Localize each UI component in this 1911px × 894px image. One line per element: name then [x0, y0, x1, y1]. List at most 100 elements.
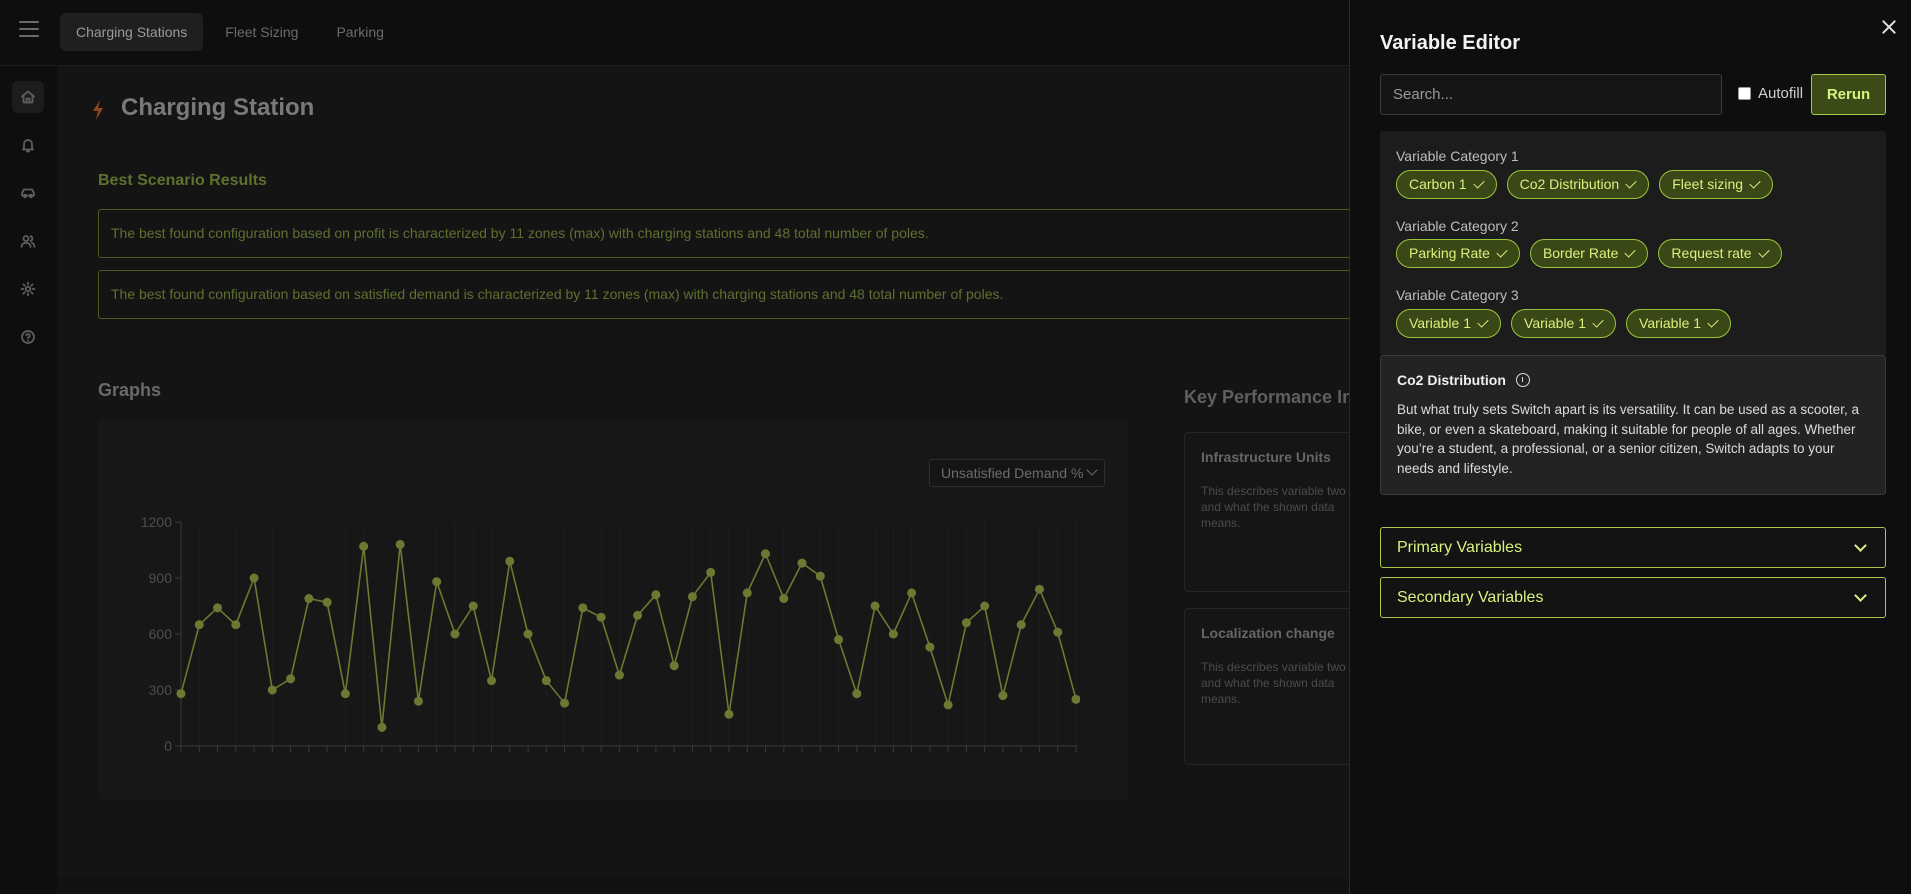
data-point [596, 612, 606, 622]
chip-parking-rate[interactable]: Parking Rate [1396, 239, 1520, 268]
help-icon [21, 330, 35, 344]
check-icon [1472, 177, 1485, 189]
lightning-bolt-icon [93, 100, 103, 120]
data-point [888, 629, 898, 639]
sidebar-item-settings[interactable] [12, 273, 44, 305]
data-point [943, 700, 953, 710]
y-tick-label: 300 [149, 682, 173, 698]
y-tick-label: 600 [149, 626, 173, 642]
kpi-card-desc: This describes variable two and what the… [1201, 484, 1346, 530]
autofill-checkbox[interactable] [1738, 87, 1751, 100]
sidebar-item-notifications[interactable] [12, 129, 44, 161]
hamburger-menu-icon[interactable] [19, 21, 39, 41]
best-results-heading: Best Scenario Results [98, 172, 267, 189]
description-title: Co2 Distribution [1397, 372, 1506, 388]
chip-label: Co2 Distribution [1519, 176, 1620, 192]
data-point [176, 689, 186, 699]
chip-variable-1[interactable]: Variable 1 [1396, 309, 1502, 338]
sidebar-item-users[interactable] [12, 225, 44, 257]
data-point [231, 620, 241, 630]
sidebar [0, 66, 57, 894]
variable-description: Co2 Distribution But what truly sets Swi… [1380, 355, 1886, 495]
sidebar-item-home[interactable] [12, 81, 44, 113]
data-point [286, 674, 296, 684]
y-tick-label: 0 [164, 738, 172, 754]
data-point [340, 689, 350, 699]
page-title: Charging Station [121, 94, 315, 121]
graphs-heading: Graphs [98, 380, 162, 400]
category-chips: Parking Rate Border Rate Request rate [1396, 239, 1782, 268]
data-point [213, 603, 223, 613]
sidebar-item-help[interactable] [12, 321, 44, 353]
users-icon [20, 235, 36, 248]
chevron-down-icon [1086, 464, 1098, 476]
rerun-button[interactable]: Rerun [1811, 74, 1886, 115]
chip-label: Variable 1 [1524, 315, 1587, 331]
data-point [614, 670, 624, 680]
data-point [267, 685, 277, 695]
data-point [998, 691, 1008, 701]
accordion-label: Secondary Variables [1397, 589, 1544, 606]
chip-variable-1[interactable]: Variable 1 [1511, 309, 1617, 338]
search-input[interactable] [1380, 74, 1722, 115]
result-profit: The best found configuration based on pr… [98, 209, 1358, 258]
data-point [578, 603, 588, 613]
chip-label: Variable 1 [1639, 315, 1702, 331]
graph-metric-select[interactable]: Unsatisfied Demand % [929, 459, 1105, 487]
check-icon [1624, 246, 1637, 258]
data-point [724, 709, 734, 719]
result-satisfied-demand: The best found configuration based on sa… [98, 270, 1358, 319]
data-point [359, 541, 369, 551]
check-icon [1749, 177, 1761, 189]
data-point [395, 539, 405, 549]
y-tick-label: 900 [149, 570, 173, 586]
category-label: Variable Category 3 [1396, 287, 1519, 303]
data-point [870, 601, 880, 611]
tab-charging-stations[interactable]: Charging Stations [60, 13, 204, 51]
data-point [980, 601, 990, 611]
data-point [907, 588, 917, 598]
secondary-variables-accordion[interactable]: Secondary Variables [1380, 577, 1886, 618]
chip-co2-distribution[interactable]: Co2 Distribution [1506, 170, 1650, 199]
data-point [249, 573, 259, 583]
autofill-toggle[interactable]: Autofill [1738, 85, 1803, 102]
data-point [432, 577, 442, 587]
data-point [651, 590, 661, 600]
sidebar-item-vehicles[interactable] [12, 177, 44, 209]
chip-fleet-sizing[interactable]: Fleet sizing [1659, 170, 1774, 199]
close-icon[interactable] [1879, 17, 1899, 37]
chip-label: Parking Rate [1409, 245, 1490, 261]
chip-label: Variable 1 [1409, 315, 1472, 331]
data-point [377, 722, 387, 732]
graph-metric-select-value: Unsatisfied Demand % [941, 465, 1084, 481]
series-line [180, 544, 1077, 728]
chip-variable-1[interactable]: Variable 1 [1626, 309, 1732, 338]
chip-border-rate[interactable]: Border Rate [1529, 239, 1649, 268]
data-point [322, 597, 332, 607]
primary-variables-accordion[interactable]: Primary Variables [1380, 527, 1886, 568]
data-point [487, 676, 497, 686]
info-icon[interactable] [1515, 373, 1530, 387]
category-chips: Variable 1 Variable 1 Variable 1 [1396, 309, 1732, 338]
kpi-card-desc: This describes variable two and what the… [1201, 660, 1346, 706]
data-point [505, 556, 515, 566]
check-icon [1757, 246, 1770, 258]
panel-title: Variable Editor [1380, 32, 1521, 54]
data-point [541, 676, 551, 686]
check-icon [1496, 246, 1508, 258]
data-point [633, 610, 643, 620]
data-point [1071, 694, 1080, 704]
tab-fleet-sizing[interactable]: Fleet Sizing [209, 13, 314, 51]
category-chips: Carbon 1 Co2 Distribution Fleet sizing [1396, 170, 1774, 199]
data-point [834, 635, 844, 645]
top-tabs: Charging Stations Fleet Sizing Parking [60, 13, 400, 51]
category-label: Variable Category 1 [1396, 148, 1519, 164]
chip-carbon-1[interactable]: Carbon 1 [1396, 170, 1497, 199]
tab-parking[interactable]: Parking [320, 13, 399, 51]
data-point [742, 588, 752, 598]
chip-label: Border Rate [1542, 245, 1619, 261]
data-point [779, 594, 789, 604]
chip-request-rate[interactable]: Request rate [1658, 239, 1782, 268]
car-icon [21, 188, 35, 199]
data-point [760, 549, 770, 559]
